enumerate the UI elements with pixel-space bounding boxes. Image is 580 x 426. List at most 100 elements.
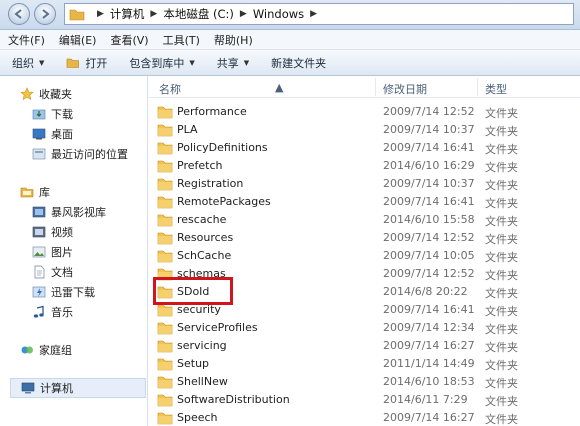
folder-icon: [157, 178, 173, 191]
document-icon: [34, 265, 45, 279]
table-row[interactable]: Setup 2011/1/14 14:49 文件夹: [149, 355, 580, 373]
sidebar-computer[interactable]: 计算机: [10, 378, 146, 398]
chevron-right-icon: ▶: [97, 9, 104, 19]
navigation-pane: 收藏夹 下载 桌面 最近访问的位置 库 暴风影视库 视频 图片 文档 迅雷下载 …: [0, 76, 148, 426]
table-row[interactable]: Prefetch 2014/6/10 16:29 文件夹: [149, 157, 580, 175]
address-bar-region: ▶ 计算机 ▶ 本地磁盘 (C:) ▶ Windows ▶: [0, 0, 580, 30]
table-row[interactable]: Performance 2009/7/14 12:52 文件夹: [149, 103, 580, 121]
sidebar-homegroup[interactable]: 家庭组: [20, 340, 72, 360]
sidebar-item-baofeng-library[interactable]: 暴风影视库: [32, 202, 106, 222]
sidebar-item-recent-places[interactable]: 最近访问的位置: [32, 144, 128, 164]
breadcrumb-windows[interactable]: Windows: [253, 7, 304, 21]
organize-label: 组织: [12, 56, 34, 70]
folder-icon: [157, 394, 173, 407]
table-row[interactable]: SoftwareDistribution 2014/6/11 7:29 文件夹: [149, 391, 580, 409]
table-row[interactable]: Resources 2009/7/14 12:52 文件夹: [149, 229, 580, 247]
dropdown-arrow-icon: ▼: [39, 58, 45, 67]
file-modified-date: 2009/7/14 12:52: [383, 105, 475, 118]
sidebar-item-music[interactable]: 音乐: [32, 302, 73, 322]
sidebar-favorites[interactable]: 收藏夹: [20, 84, 72, 104]
highlight-box: [153, 277, 233, 305]
file-type: 文件夹: [485, 323, 518, 336]
table-row[interactable]: SchCache 2009/7/14 10:05 文件夹: [149, 247, 580, 265]
file-modified-date: 2009/7/14 12:52: [383, 267, 475, 280]
folder-icon: [157, 142, 173, 155]
sidebar-item-label: 暴风影视库: [51, 206, 106, 219]
file-name: Performance: [177, 105, 247, 118]
file-type: 文件夹: [485, 269, 518, 282]
file-modified-date: 2014/6/8 20:22: [383, 285, 468, 298]
share-button[interactable]: 共享 ▼: [217, 55, 249, 71]
file-modified-date: 2009/7/14 10:37: [383, 123, 475, 136]
column-divider[interactable]: [375, 78, 376, 96]
new-folder-button[interactable]: 新建文件夹: [271, 55, 326, 71]
folder-icon: [157, 214, 173, 227]
menu-edit[interactable]: 编辑(E): [59, 32, 97, 48]
sidebar-libraries[interactable]: 库: [20, 182, 50, 202]
open-button[interactable]: 打开: [66, 55, 107, 71]
forward-button[interactable]: [34, 3, 56, 25]
file-name: Setup: [177, 357, 210, 370]
thunder-download-icon: [32, 286, 46, 298]
file-name: SchCache: [177, 249, 232, 262]
sidebar-item-label: 迅雷下载: [51, 286, 95, 299]
menu-file[interactable]: 文件(F): [8, 32, 45, 48]
include-in-library-button[interactable]: 包含到库中 ▼: [129, 55, 194, 71]
file-modified-date: 2014/6/10 18:53: [383, 375, 475, 388]
folder-icon: [157, 304, 173, 317]
breadcrumb-computer[interactable]: 计算机: [110, 6, 145, 22]
table-row[interactable]: PolicyDefinitions 2009/7/14 16:41 文件夹: [149, 139, 580, 157]
folder-icon: [157, 322, 173, 335]
column-divider[interactable]: [477, 78, 478, 96]
table-row[interactable]: ServiceProfiles 2009/7/14 12:34 文件夹: [149, 319, 580, 337]
file-type: 文件夹: [485, 143, 518, 156]
file-name: rescache: [177, 213, 227, 226]
download-folder-icon: [32, 109, 46, 120]
sidebar-item-pictures[interactable]: 图片: [32, 242, 73, 262]
column-header-modified[interactable]: 修改日期: [383, 81, 427, 97]
menu-view[interactable]: 查看(V): [110, 32, 148, 48]
file-modified-date: 2009/7/14 12:34: [383, 321, 475, 334]
homegroup-icon: [21, 346, 33, 354]
column-header-row: ▲ 名称 修改日期 类型: [149, 76, 580, 98]
file-name: PolicyDefinitions: [177, 141, 268, 154]
address-field[interactable]: ▶ 计算机 ▶ 本地磁盘 (C:) ▶ Windows ▶: [64, 3, 574, 25]
organize-button[interactable]: 组织 ▼: [12, 55, 44, 71]
sidebar-homegroup-label: 家庭组: [39, 344, 72, 357]
dropdown-arrow-icon: ▼: [243, 58, 250, 67]
file-modified-date: 2009/7/14 16:27: [383, 339, 475, 352]
table-row[interactable]: servicing 2009/7/14 16:27 文件夹: [149, 337, 580, 355]
file-name: SoftwareDistribution: [177, 393, 290, 406]
folder-icon: [157, 412, 173, 425]
sidebar-item-documents[interactable]: 文档: [32, 262, 73, 282]
folder-icon: [157, 340, 173, 353]
sidebar-item-thunder-downloads[interactable]: 迅雷下载: [32, 282, 95, 302]
menu-tools[interactable]: 工具(T): [163, 32, 200, 48]
column-header-name[interactable]: 名称: [159, 81, 181, 97]
table-row[interactable]: rescache 2014/6/10 15:58 文件夹: [149, 211, 580, 229]
file-name: PLA: [177, 123, 198, 136]
sidebar-item-desktop[interactable]: 桌面: [32, 124, 73, 144]
column-header-type[interactable]: 类型: [485, 81, 507, 97]
file-modified-date: 2014/6/11 7:29: [383, 393, 468, 406]
table-row[interactable]: RemotePackages 2009/7/14 16:41 文件夹: [149, 193, 580, 211]
file-modified-date: 2009/7/14 10:05: [383, 249, 475, 262]
back-button[interactable]: [8, 3, 30, 25]
sidebar-item-videos[interactable]: 视频: [32, 222, 73, 242]
sidebar-item-downloads[interactable]: 下载: [32, 104, 73, 124]
file-modified-date: 2009/7/14 12:52: [383, 231, 475, 244]
table-row[interactable]: ShellNew 2014/6/10 18:53 文件夹: [149, 373, 580, 391]
file-name: RemotePackages: [177, 195, 271, 208]
file-modified-date: 2011/1/14 14:49: [383, 357, 475, 370]
file-modified-date: 2009/7/14 16:41: [383, 303, 475, 316]
file-type: 文件夹: [485, 413, 518, 426]
sidebar-computer-label: 计算机: [40, 382, 73, 395]
library-icon: [20, 187, 34, 198]
star-icon: [20, 87, 34, 101]
table-row[interactable]: PLA 2009/7/14 10:37 文件夹: [149, 121, 580, 139]
sidebar-item-label: 视频: [51, 226, 73, 239]
breadcrumb-local-disk[interactable]: 本地磁盘 (C:): [163, 6, 234, 22]
table-row[interactable]: Speech 2009/7/14 16:27 文件夹: [149, 409, 580, 426]
table-row[interactable]: Registration 2009/7/14 10:37 文件夹: [149, 175, 580, 193]
menu-help[interactable]: 帮助(H): [214, 32, 253, 48]
